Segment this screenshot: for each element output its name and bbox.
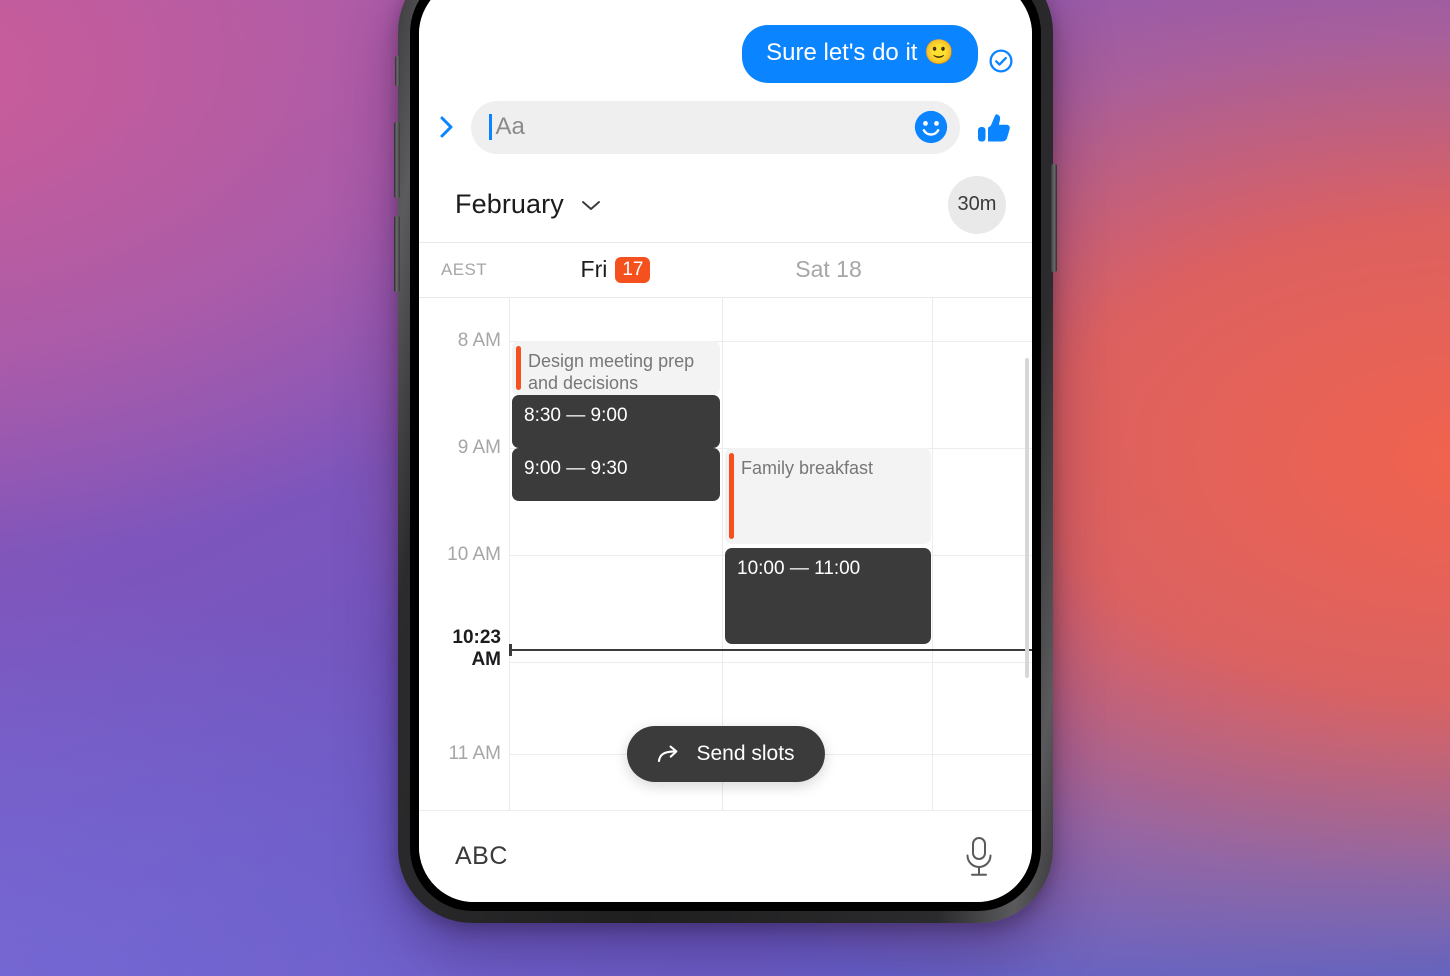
current-time-label: 10:23 AM <box>452 626 501 670</box>
duration-pill[interactable]: 30m <box>948 175 1006 234</box>
calendar-slot-proposal[interactable]: 9:00 — 9:30 <box>512 447 720 501</box>
forward-arrow-icon <box>657 745 677 762</box>
send-slots-label: Send slots <box>696 741 795 765</box>
thumbs-up-icon[interactable] <box>974 107 1014 147</box>
silent-switch-button[interactable] <box>395 56 400 86</box>
calendar-grid: 8 AM 9 AM 10 AM 11 AM Design meeting pre… <box>419 297 1032 810</box>
chevron-down-icon[interactable] <box>580 198 602 212</box>
calendar-event-busy[interactable]: Design meeting prep and decisions <box>512 340 720 395</box>
calendar-slot-proposal[interactable]: 8:30 — 9:00 <box>512 394 720 448</box>
message-input-placeholder: Aa <box>495 113 525 141</box>
chevron-right-icon[interactable] <box>437 114 457 140</box>
calendar-scheduling-sheet: February 30m AEST Fri 17 Sat 18 8 AM 9 A… <box>419 169 1032 810</box>
phone-screen: Sure let's do it 🙂 Aa February 30m AEST … <box>419 0 1032 902</box>
check-circle-icon <box>989 49 1013 73</box>
day-label: Fri <box>580 256 608 283</box>
hour-label: 9 AM <box>457 436 501 458</box>
calendar-grid-scroll-area[interactable]: 8 AM 9 AM 10 AM 11 AM Design meeting pre… <box>419 297 1032 810</box>
keyboard-bottom-bar: ABC <box>419 810 1032 902</box>
timezone-label: AEST <box>440 259 487 279</box>
calendar-header: February 30m <box>419 170 1032 242</box>
current-time-line <box>509 643 1032 656</box>
power-button[interactable] <box>1051 164 1057 272</box>
message-composer: Aa <box>437 83 1014 170</box>
microphone-icon[interactable] <box>962 835 996 879</box>
smiley-face-icon[interactable] <box>912 108 950 146</box>
calendar-slot-proposal[interactable]: 10:00 — 11:00 <box>725 547 931 644</box>
hour-label: 8 AM <box>457 329 501 351</box>
volume-up-button[interactable] <box>394 122 400 198</box>
outgoing-message-row: Sure let's do it 🙂 <box>437 23 1014 83</box>
messenger-conversation: Sure let's do it 🙂 Aa <box>419 0 1032 170</box>
phone-bezel: Sure let's do it 🙂 Aa February 30m AEST … <box>410 0 1041 911</box>
month-label: February <box>455 189 564 220</box>
grid-hline <box>509 661 1032 663</box>
day-header-row: AEST Fri 17 Sat 18 <box>419 241 1032 298</box>
hour-label: 11 AM <box>448 742 501 764</box>
vertical-scrollbar[interactable] <box>1025 357 1029 678</box>
volume-down-button[interactable] <box>394 216 400 292</box>
day-column-header-saturday[interactable]: Sat 18 <box>722 256 935 283</box>
message-input-field[interactable]: Aa <box>471 100 960 154</box>
calendar-event-busy[interactable]: Family breakfast <box>725 447 931 544</box>
hour-label: 10 AM <box>447 543 501 565</box>
today-date-badge: 17 <box>615 256 651 283</box>
text-caret <box>489 114 492 141</box>
outgoing-message-bubble[interactable]: Sure let's do it 🙂 <box>742 25 978 83</box>
day-label: Sat 18 <box>795 256 862 283</box>
keyboard-abc-button[interactable]: ABC <box>455 842 508 871</box>
phone-device-frame: Sure let's do it 🙂 Aa February 30m AEST … <box>394 0 1057 923</box>
day-column-header-friday[interactable]: Fri 17 <box>509 256 722 283</box>
send-slots-button[interactable]: Send slots <box>626 725 825 782</box>
previous-message-row <box>437 0 1014 23</box>
